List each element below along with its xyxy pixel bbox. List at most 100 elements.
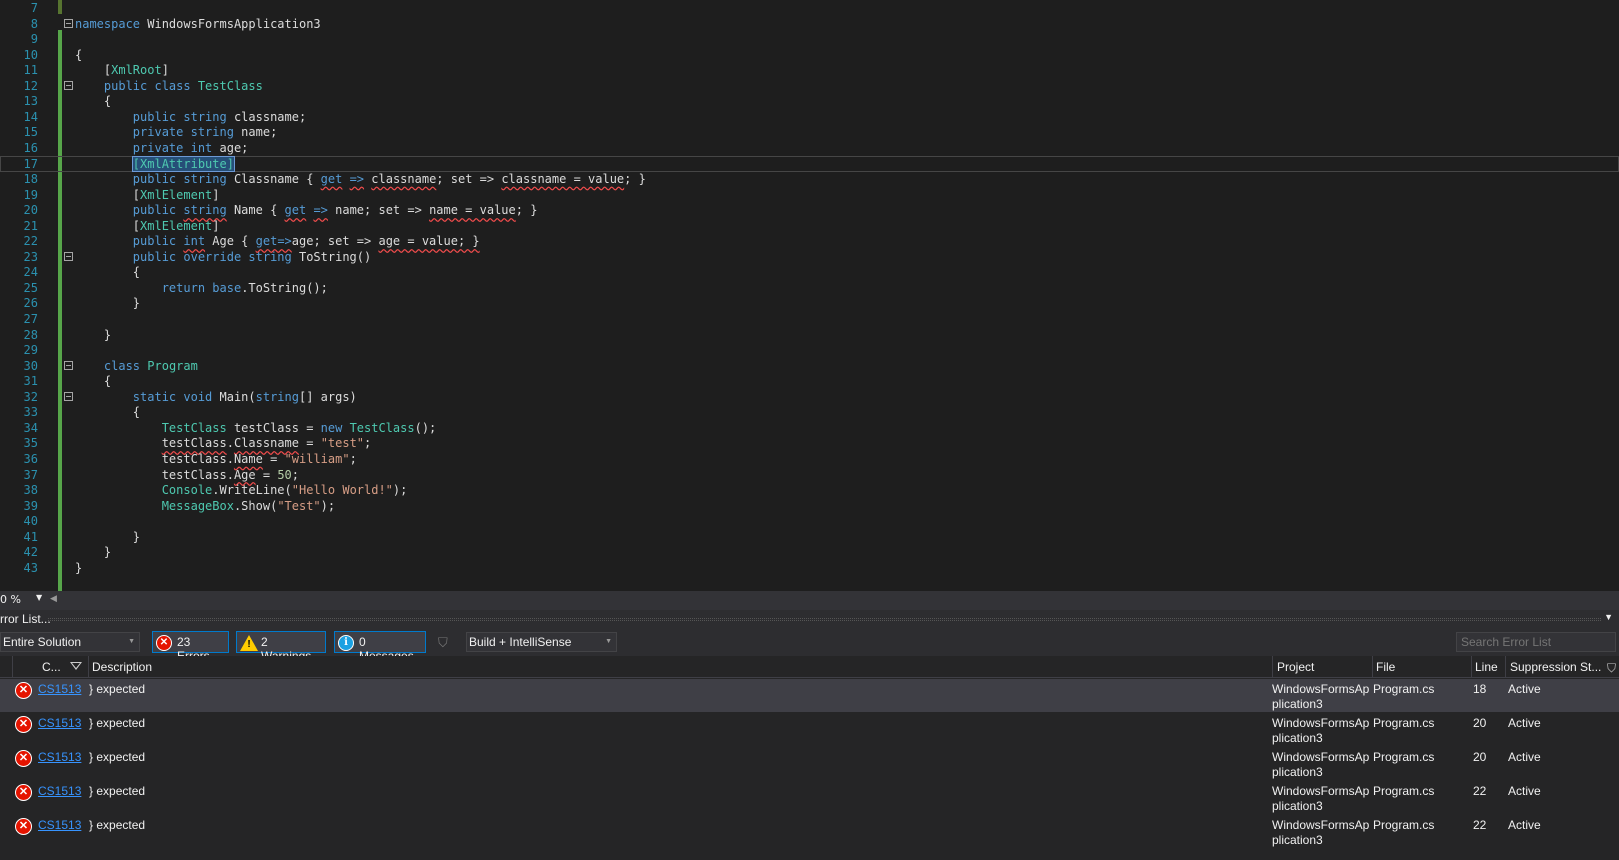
column-header-suppression[interactable]: Suppression St...: [1510, 660, 1601, 674]
column-separator[interactable]: [1272, 656, 1273, 678]
line-number: 23: [23, 249, 38, 264]
error-row[interactable]: ✕ CS1513 } expected WindowsFormsApplicat…: [0, 713, 1619, 746]
scroll-left-icon[interactable]: ◀: [50, 594, 57, 604]
error-code-link[interactable]: CS1513: [38, 682, 81, 696]
code-token: ToString(): [298, 249, 372, 264]
messages-filter-button[interactable]: i 0 Messages: [334, 631, 426, 663]
code-line[interactable]: 9: [0, 31, 1619, 47]
code-line[interactable]: 11 [XmlRoot]: [0, 62, 1619, 78]
column-header-code[interactable]: C...: [42, 660, 61, 674]
column-separator[interactable]: [1505, 656, 1506, 678]
sort-descending-icon[interactable]: [70, 662, 82, 670]
column-header-line[interactable]: Line: [1475, 660, 1498, 674]
error-code-link[interactable]: CS1513: [38, 716, 81, 730]
code-line[interactable]: 8 namespace WindowsFormsApplication3: [0, 16, 1619, 32]
error-row[interactable]: ✕ CS1513 } expected WindowsFormsApplicat…: [0, 679, 1619, 712]
column-header-description[interactable]: Description: [92, 660, 152, 674]
code-text: class Program: [75, 358, 198, 374]
collapse-icon[interactable]: [64, 251, 73, 261]
scope-dropdown[interactable]: Entire Solution ▼: [0, 632, 140, 652]
code-line[interactable]: 29: [0, 342, 1619, 358]
source-chevron-down-icon: ▼: [605, 638, 612, 645]
errors-filter-button[interactable]: ✕ 23 Errors: [152, 631, 229, 663]
code-line[interactable]: 39 MessageBox.Show("Test");: [0, 498, 1619, 514]
code-token: );: [392, 483, 408, 498]
collapse-icon[interactable]: [64, 391, 73, 401]
code-line[interactable]: 37 testClass.Age = 50;: [0, 467, 1619, 483]
line-number: 22: [23, 234, 38, 249]
line-number: 38: [23, 483, 38, 498]
code-line[interactable]: 7: [0, 0, 1619, 16]
zoom-level[interactable]: 0 %: [0, 593, 21, 606]
code-line[interactable]: 31 {: [0, 373, 1619, 389]
code-line[interactable]: 41 }: [0, 529, 1619, 545]
code-line[interactable]: 28 }: [0, 327, 1619, 343]
error-row[interactable]: ✕ CS1513 } expected WindowsFormsApplicat…: [0, 815, 1619, 848]
code-line[interactable]: 30 class Program: [0, 358, 1619, 374]
error-icon: ✕: [156, 635, 172, 651]
error-code-link[interactable]: CS1513: [38, 750, 81, 764]
code-line[interactable]: 33 {: [0, 404, 1619, 420]
code-token: public override string: [132, 249, 299, 264]
error-row[interactable]: ✕ CS1513 } expected WindowsFormsApplicat…: [0, 781, 1619, 814]
collapse-icon[interactable]: [64, 360, 73, 370]
column-separator[interactable]: [12, 656, 13, 678]
zoom-dropdown-icon[interactable]: ▼: [36, 593, 42, 602]
error-list-title-bar[interactable]: rror List... ▼: [0, 610, 1619, 628]
error-code-link[interactable]: CS1513: [38, 784, 81, 798]
column-header-project[interactable]: Project: [1277, 660, 1314, 674]
code-token: ]: [212, 187, 220, 202]
code-line[interactable]: 20 public string Name { get => name; set…: [0, 202, 1619, 218]
code-token: );: [320, 498, 336, 513]
code-token: public string: [132, 172, 234, 187]
panel-menu-icon[interactable]: ▼: [1604, 612, 1613, 622]
code-line[interactable]: 43}: [0, 560, 1619, 576]
code-line[interactable]: 21 [XmlElement]: [0, 218, 1619, 234]
code-line[interactable]: 23 public override string ToString(): [0, 249, 1619, 265]
code-editor[interactable]: 7 8 namespace WindowsFormsApplication3 9 10 {…: [0, 0, 1619, 591]
code-line[interactable]: 18 public string Classname { get => clas…: [0, 171, 1619, 187]
error-row[interactable]: ✕ CS1513 } expected WindowsFormsApplicat…: [0, 747, 1619, 780]
collapse-icon[interactable]: [64, 18, 73, 28]
search-error-list-input[interactable]: [1456, 632, 1616, 652]
warnings-filter-button[interactable]: ! 2 Warnings: [236, 631, 326, 663]
column-separator[interactable]: [88, 656, 89, 678]
code-line[interactable]: 24 {: [0, 264, 1619, 280]
scope-chevron-down-icon: ▼: [128, 638, 135, 645]
code-line[interactable]: 16 private int age;: [0, 140, 1619, 156]
code-line[interactable]: 27: [0, 311, 1619, 327]
code-line[interactable]: 34 TestClass testClass = new TestClass()…: [0, 420, 1619, 436]
column-separator[interactable]: [1471, 656, 1472, 678]
code-line[interactable]: 13 {: [0, 93, 1619, 109]
code-line[interactable]: 32 static void Main(string[] args): [0, 389, 1619, 405]
error-code-link[interactable]: CS1513: [38, 818, 81, 832]
collapse-icon[interactable]: [64, 80, 73, 90]
code-line[interactable]: 26 }: [0, 295, 1619, 311]
code-line[interactable]: 22 public int Age { get=>age; set => age…: [0, 233, 1619, 249]
code-line[interactable]: 17 [XmlAttribute]: [0, 155, 1619, 172]
line-number: 36: [23, 451, 38, 466]
code-token: .: [226, 436, 234, 451]
code-line[interactable]: 14 public string classname;: [0, 109, 1619, 125]
code-line[interactable]: 15 private string name;: [0, 124, 1619, 140]
code-line[interactable]: 10 {: [0, 47, 1619, 63]
code-line[interactable]: 36 testClass.Name = "william";: [0, 451, 1619, 467]
code-line[interactable]: 40: [0, 513, 1619, 529]
code-line[interactable]: 19 [XmlElement]: [0, 187, 1619, 203]
code-token: classname = value: [501, 172, 625, 187]
code-line[interactable]: 38 Console.WriteLine("Hello World!");: [0, 482, 1619, 498]
error-list-title: rror List...: [0, 612, 51, 626]
column-header-file[interactable]: File: [1376, 660, 1395, 674]
error-suppression: Active: [1508, 784, 1541, 798]
code-line[interactable]: 35 testClass.Classname = "test";: [0, 435, 1619, 451]
code-line[interactable]: 12 public class TestClass: [0, 78, 1619, 94]
line-number: 37: [23, 467, 38, 482]
column-separator[interactable]: [1372, 656, 1373, 678]
source-dropdown[interactable]: Build + IntelliSense ▼: [466, 632, 617, 652]
column-filter-icon[interactable]: ⛉: [1607, 661, 1616, 676]
code-line[interactable]: 42 }: [0, 544, 1619, 560]
error-project: WindowsFormsApplication3: [1272, 784, 1370, 813]
clear-filter-icon[interactable]: ⛉: [438, 635, 454, 650]
code-line[interactable]: 25 return base.ToString();: [0, 280, 1619, 296]
